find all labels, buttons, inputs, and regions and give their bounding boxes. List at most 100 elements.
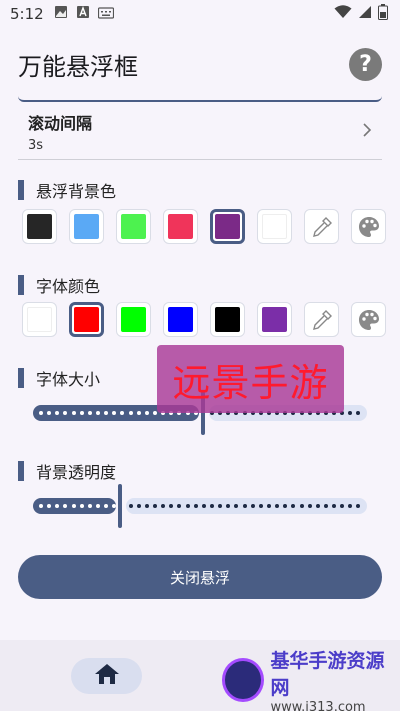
section-marker — [18, 461, 24, 481]
status-time: 5:12 — [10, 5, 44, 23]
slider-tick — [234, 504, 239, 508]
scroll-interval-label: 滚动间隔 — [28, 114, 93, 133]
slider-tick — [201, 504, 206, 508]
slider-tick — [169, 504, 174, 508]
slider-tick — [128, 411, 133, 415]
slider-tick — [177, 504, 182, 508]
bg-swatch-red[interactable] — [163, 209, 198, 244]
bg-opacity-slider[interactable] — [33, 484, 367, 528]
font-color-label: 字体颜色 — [36, 277, 101, 296]
bg-opacity-label: 背景透明度 — [36, 463, 117, 482]
slider-tick — [250, 504, 255, 508]
eyedropper-icon[interactable] — [304, 302, 339, 337]
font-swatch-red[interactable] — [69, 302, 104, 337]
bg-swatch-green[interactable] — [116, 209, 151, 244]
bg-swatch-purple[interactable] — [210, 209, 245, 244]
slider-tick — [55, 504, 60, 508]
nav-home[interactable] — [71, 658, 142, 694]
section-marker — [18, 368, 24, 388]
slider-tick — [193, 504, 198, 508]
slider-tick — [152, 504, 157, 508]
keyboard-icon — [97, 5, 114, 23]
slider-tick — [95, 411, 100, 415]
slider-tick — [112, 411, 117, 415]
slider-tick — [79, 411, 84, 415]
font-swatch-green[interactable] — [116, 302, 151, 337]
watermark: 基华手游资源网 www.j313.com — [222, 650, 398, 711]
bg-swatch-black[interactable] — [22, 209, 57, 244]
slider-tick — [55, 411, 60, 415]
slider-tick — [128, 504, 133, 508]
slider-tick — [112, 504, 117, 508]
wifi-icon — [334, 5, 352, 23]
swatch-fill — [74, 214, 99, 239]
page-title: 万能悬浮框 — [18, 52, 138, 81]
image-icon — [54, 5, 68, 23]
scroll-interval-value: 3s — [28, 138, 44, 153]
slider-tick — [332, 504, 337, 508]
swatch-fill — [27, 307, 52, 332]
chevron-right-icon — [362, 119, 372, 144]
font-swatch-black[interactable] — [210, 302, 245, 337]
font-a-icon — [76, 5, 90, 23]
divider — [18, 96, 382, 102]
floating-text-overlay[interactable]: 远景手游 — [157, 345, 344, 413]
slider-tick — [87, 411, 92, 415]
bg-swatch-blue[interactable] — [69, 209, 104, 244]
swatch-fill — [27, 214, 52, 239]
swatch-fill — [215, 307, 240, 332]
font-size-label: 字体大小 — [36, 370, 101, 389]
watermark-url: www.j313.com — [270, 699, 366, 711]
slider-tick — [315, 504, 320, 508]
slider-tick — [356, 411, 361, 415]
home-icon — [93, 662, 121, 690]
swatch-fill — [74, 307, 99, 332]
slider-tick — [136, 411, 141, 415]
font-color-swatches — [22, 302, 386, 337]
slider-thumb[interactable] — [118, 484, 122, 528]
font-size-header: 字体大小 — [18, 366, 100, 390]
section-marker — [18, 275, 24, 295]
slider-tick — [348, 504, 353, 508]
palette-icon[interactable] — [351, 302, 386, 337]
status-bar: 5:12 — [0, 0, 400, 28]
slider-tick — [275, 504, 280, 508]
slider-tick — [185, 504, 190, 508]
bg-color-header: 悬浮背景色 — [18, 178, 116, 202]
slider-tick — [87, 504, 92, 508]
slider-tick — [136, 504, 141, 508]
scroll-interval-row[interactable]: 滚动间隔 3s — [18, 104, 382, 160]
bg-swatch-white[interactable] — [257, 209, 292, 244]
signal-icon — [358, 5, 372, 23]
font-color-header: 字体颜色 — [18, 273, 100, 297]
font-swatch-white[interactable] — [22, 302, 57, 337]
slider-tick — [95, 504, 100, 508]
slider-tick — [283, 504, 288, 508]
slider-tick — [307, 504, 312, 508]
swatch-fill — [168, 214, 193, 239]
palette-icon[interactable] — [351, 209, 386, 244]
close-float-button[interactable]: 关闭悬浮 — [18, 555, 382, 599]
slider-tick — [209, 504, 214, 508]
slider-tick — [299, 504, 304, 508]
swatch-fill — [215, 214, 240, 239]
swatch-fill — [262, 214, 287, 239]
slider-tick — [348, 411, 353, 415]
bg-color-label: 悬浮背景色 — [36, 182, 117, 201]
watermark-title: 基华手游资源网 — [270, 649, 385, 699]
slider-tick — [63, 411, 68, 415]
swatch-fill — [168, 307, 193, 332]
bg-color-swatches — [22, 209, 386, 244]
font-swatch-purple[interactable] — [257, 302, 292, 337]
slider-tick — [323, 504, 328, 508]
slider-tick — [120, 411, 125, 415]
slider-tick — [104, 411, 109, 415]
slider-tick — [63, 504, 68, 508]
slider-tick — [71, 504, 76, 508]
slider-tick — [218, 504, 223, 508]
help-circle-icon[interactable]: ? — [349, 47, 382, 81]
font-swatch-blue[interactable] — [163, 302, 198, 337]
slider-tick — [291, 504, 296, 508]
eyedropper-icon[interactable] — [304, 209, 339, 244]
bg-opacity-header: 背景透明度 — [18, 459, 116, 483]
